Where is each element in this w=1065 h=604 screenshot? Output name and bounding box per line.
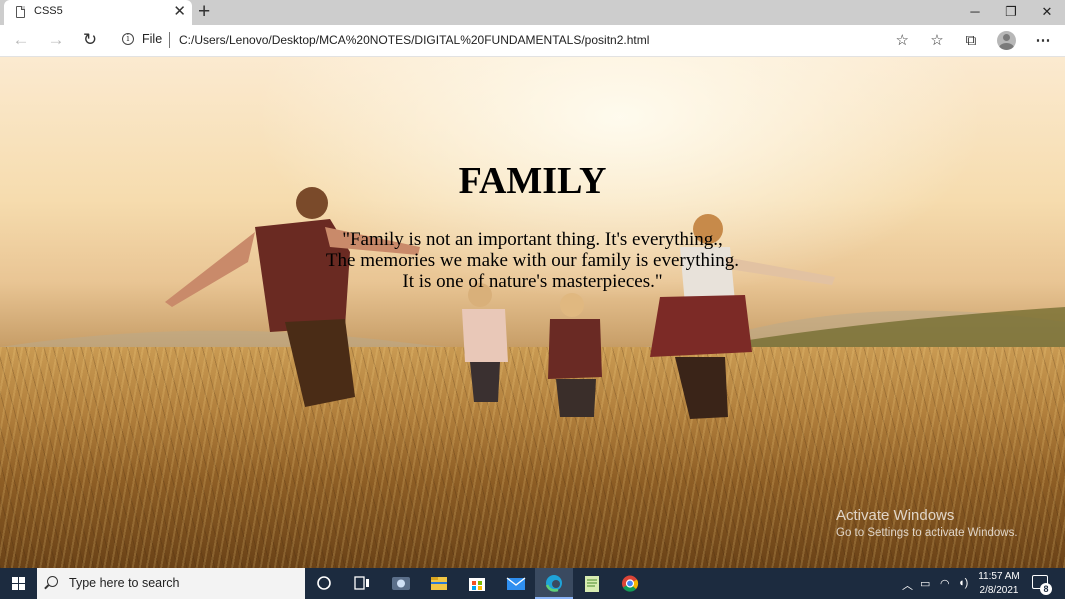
notepad-icon[interactable]	[573, 568, 611, 599]
tab-strip: CSS5 ✕ + ─ ❐ ✕	[0, 0, 1065, 25]
address-scheme-label: File	[142, 32, 163, 46]
browser-tab[interactable]: CSS5 ✕	[4, 0, 192, 25]
url-text[interactable]: C:/Users/Lenovo/Desktop/MCA%20NOTES/DIGI…	[179, 33, 649, 47]
tab-title: CSS5	[34, 5, 63, 17]
windows-taskbar: Type here to search ︿ ▭ ◠ ◖) 11:57 AM 2/…	[0, 568, 1065, 599]
start-button[interactable]	[0, 568, 37, 599]
wifi-icon[interactable]: ◠	[940, 577, 950, 590]
back-arrow-icon[interactable]: ←	[10, 29, 32, 51]
camera-icon[interactable]	[382, 568, 420, 599]
info-icon[interactable]: i	[122, 33, 134, 45]
page-viewport: FAMILY "Family is not an important thing…	[0, 57, 1065, 568]
windows-logo-icon	[12, 577, 25, 590]
close-tab-icon[interactable]: ✕	[173, 2, 186, 22]
close-window-icon[interactable]: ✕	[1029, 0, 1065, 25]
search-icon	[47, 576, 58, 587]
store-icon[interactable]	[458, 568, 496, 599]
notification-badge: 8	[1040, 583, 1052, 595]
activate-windows-watermark: Activate Windows Go to Settings to activ…	[836, 507, 1018, 539]
quote-line-2: The memories we make with our family is …	[325, 250, 740, 271]
collections-icon[interactable]: ⧉	[960, 30, 982, 52]
watermark-subtitle: Go to Settings to activate Windows.	[836, 527, 1018, 539]
battery-icon[interactable]: ▭	[920, 577, 930, 590]
more-menu-icon[interactable]: ⋯	[1032, 30, 1054, 52]
restore-icon[interactable]: ❐	[993, 0, 1029, 25]
family-quote: "Family is not an important thing. It's …	[0, 229, 1065, 292]
add-favorite-icon[interactable]: ☆	[896, 31, 909, 49]
chrome-icon[interactable]	[611, 568, 649, 599]
quote-line-1: "Family is not an important thing. It's …	[342, 229, 723, 250]
minimize-icon[interactable]: ─	[957, 0, 993, 25]
quote-line-3: It is one of nature's masterpieces."	[402, 271, 663, 292]
task-view-icon[interactable]	[343, 568, 381, 599]
watermark-title: Activate Windows	[836, 507, 955, 524]
search-placeholder: Type here to search	[69, 576, 180, 590]
new-tab-button[interactable]: +	[198, 0, 210, 24]
address-divider	[169, 32, 170, 48]
favorites-icon[interactable]: ☆	[926, 30, 948, 52]
mail-icon[interactable]	[497, 568, 535, 599]
cortana-icon[interactable]	[305, 568, 343, 599]
clock-time: 11:57 AM	[978, 571, 1020, 582]
browser-toolbar: ← → ↻ i File C:/Users/Lenovo/Desktop/MCA…	[0, 25, 1065, 57]
edge-icon[interactable]	[535, 568, 573, 599]
forward-arrow-icon[interactable]: →	[45, 29, 67, 51]
refresh-icon[interactable]: ↻	[79, 29, 101, 51]
page-icon	[16, 6, 25, 18]
taskbar-search-box[interactable]: Type here to search	[37, 568, 305, 599]
volume-icon[interactable]: ◖)	[958, 577, 968, 589]
system-clock[interactable]: 11:57 AM 2/8/2021	[976, 570, 1022, 598]
address-bar[interactable]: i File C:/Users/Lenovo/Desktop/MCA%20NOT…	[112, 28, 915, 53]
page-title: FAMILY	[458, 160, 607, 202]
family-silhouettes-image	[165, 187, 835, 419]
chevron-up-icon[interactable]: ︿	[902, 577, 913, 593]
file-explorer-icon[interactable]	[420, 568, 458, 599]
profile-avatar[interactable]	[997, 31, 1016, 50]
clock-date: 2/8/2021	[979, 585, 1019, 596]
